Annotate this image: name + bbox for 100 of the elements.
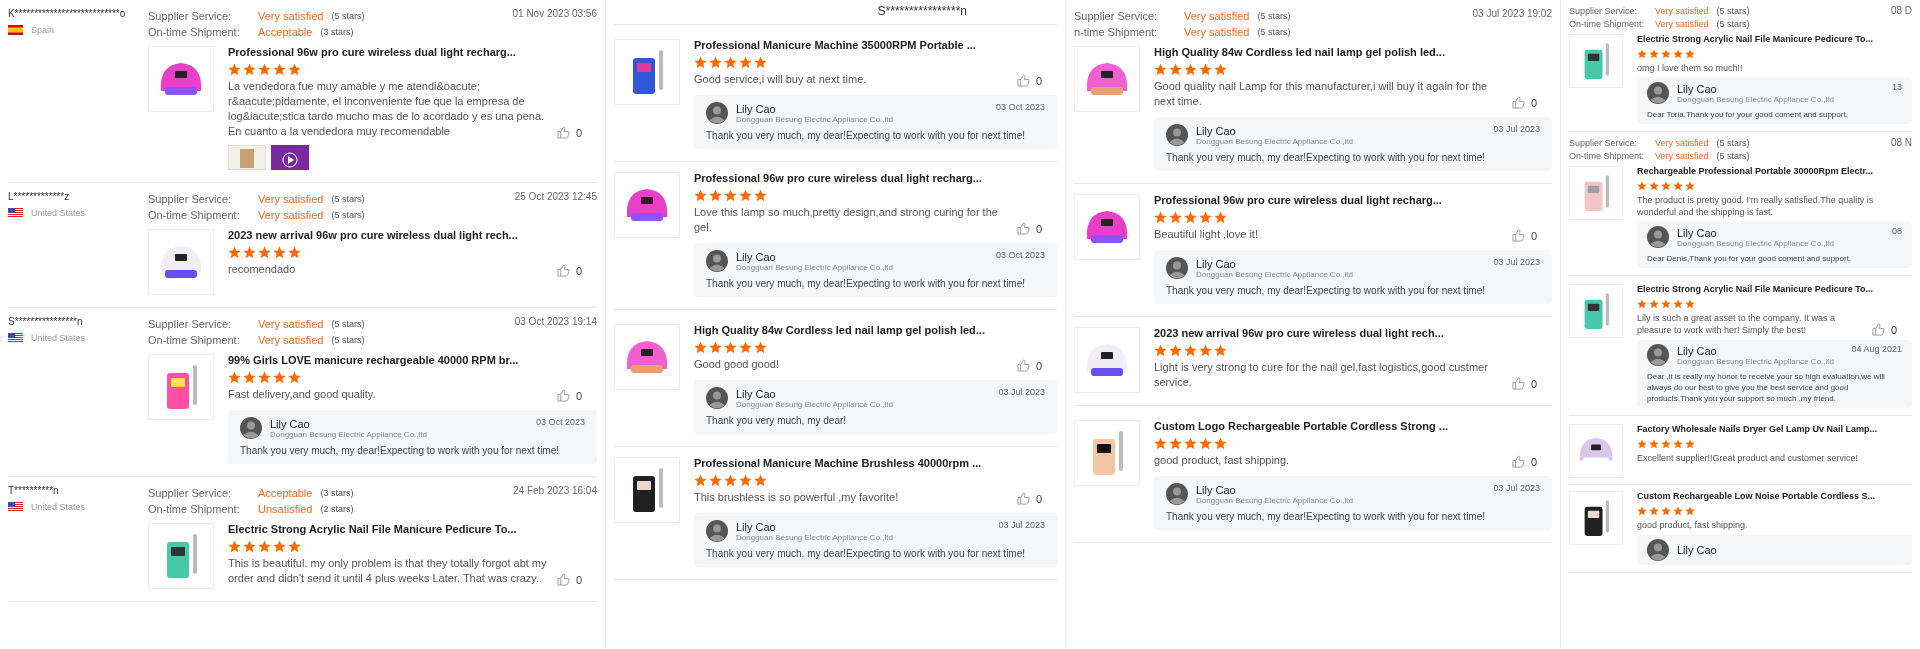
seller-company: Dongguan Besung Electric Appliance Co.,ltd [270,429,428,439]
thumbs-up-icon[interactable] [1017,359,1030,372]
rating-label: Supplier Service: [148,317,233,332]
product-title[interactable]: High Quality 84w Cordless led nail lamp gel polish led... [694,324,1007,336]
buyer-name: S****************n [877,4,967,18]
review-date: 08 D [1890,5,1912,18]
rating-stars: (5 stars) [1716,5,1750,18]
thumbs-up-icon[interactable] [1017,222,1030,235]
star-icon [1169,344,1182,357]
review-date: 03 Oct 2023 19:14 [514,316,597,329]
seller-name: Lily Cao [1677,544,1718,556]
star-icon [1637,181,1647,191]
rating-value: Very satisfied [1184,25,1250,40]
star-icon [739,341,752,354]
product-title[interactable]: 2023 new arrival 96w pro cure wireless dual light rech... [1154,327,1502,339]
thumbs-up-icon[interactable] [1512,96,1525,109]
star-icon [1673,506,1683,516]
star-icon [1661,439,1671,449]
reply-date: 03 Oct 2023 [995,102,1045,112]
reply-text: Thank you very much, my dear! [706,414,848,427]
product-photo [1569,284,1623,338]
star-icon [243,540,256,553]
thumbs-up-icon[interactable] [1512,455,1525,468]
rating-value: Very satisfied [1184,9,1250,24]
thumbs-up-icon[interactable] [1017,492,1030,505]
product-title[interactable]: Professional Manicure Machine 35000RPM Portable ... [694,39,1007,51]
rating-value: Very satisfied [258,317,324,332]
rating-label: Supplier Service: [1569,5,1639,18]
seller-company: Dongguan Besung Electric Appliance Co.,ltd [736,399,894,409]
product-title[interactable]: Rechargeable Professional Portable 30000Rpm Electr... [1637,166,1874,176]
star-icon [1649,49,1659,59]
rating-value: Very satisfied [1655,5,1709,18]
star-icon [724,189,737,202]
review-date: 25 Oct 2023 12:45 [514,191,597,204]
star-icon [1199,63,1212,76]
product-title[interactable]: Electric Strong Acrylic Nail File Manicure Pedicure To... [1637,34,1874,44]
star-icon [1184,437,1197,450]
reply-date: 08 [1892,226,1902,236]
like-count: 0 [1036,222,1043,235]
star-icon [694,56,707,69]
product-photo [148,354,214,420]
star-icon [709,56,722,69]
product-title[interactable]: Professional 96w pro cure wireless dual light recharg... [694,172,1007,184]
product-title[interactable]: Electric Strong Acrylic Nail File Manicure Pedicure To... [228,523,547,535]
reply-date: 03 Jul 2023 [1493,124,1540,134]
thumbs-up-icon[interactable] [557,264,570,277]
product-photo [1074,46,1140,112]
product-title[interactable]: Professional Manicure Machine Brushless 40000rpm ... [694,457,1007,469]
product-title[interactable]: Custom Rechargeable Low Noise Portable Cordless S... [1637,491,1876,501]
product-title[interactable]: Electric Strong Acrylic Nail File Manicure Pedicure To... [1637,284,1874,294]
product-title[interactable]: Custom Logo Rechargeable Portable Cordless Strong ... [1154,420,1502,432]
product-title[interactable]: Factory Wholesale Nails Dryer Gel Lamp Uv Nail Lamp... [1637,424,1878,434]
rating-value: Very satisfied [258,9,324,24]
product-title[interactable]: 99% Girls LOVE manicure rechargeable 40000 RPM br... [228,354,547,366]
thumbs-up-icon[interactable] [557,126,570,139]
thumbs-up-icon[interactable] [1872,323,1885,336]
review-comment: Good quality nail Lamp for this manufacturer,i will buy it again for the next time. [1154,79,1489,109]
thumbs-up-icon[interactable] [1017,74,1030,87]
star-icon [694,341,707,354]
photo-thumbnail[interactable] [228,145,266,170]
review-comment: Beautiful light ,love it! [1154,227,1259,242]
rating-value: Unsatisfied [258,502,313,517]
thumbs-up-icon[interactable] [557,389,570,402]
usa-flag-icon [8,333,23,343]
seller-name: Lily Cao [736,387,777,400]
product-title[interactable]: Professional 96w pro cure wireless dual light recharg... [228,46,547,58]
reply-date: 13 [1892,82,1902,92]
product-title[interactable]: Professional 96w pro cure wireless dual light recharg... [1154,194,1502,206]
rating-label: Supplier Service: [1569,137,1639,150]
avatar-icon [1166,257,1188,279]
rating-label: Supplier Service: [148,9,233,24]
avatar-icon [1647,82,1669,104]
star-icon [1184,63,1197,76]
star-icon [288,540,301,553]
star-icon [1184,344,1197,357]
star-icon [724,56,737,69]
rating-value: Very satisfied [258,192,324,207]
product-title[interactable]: High Quality 84w Cordless led nail lamp gel polish led... [1154,46,1502,58]
star-icon [1685,439,1695,449]
review-comment: good product, fast shipping. [1637,519,1749,531]
rating-label: On-time Shipment: [148,208,241,223]
review-date: 03 Jul 2023 19:02 [1472,8,1552,21]
like-count: 0 [576,389,583,402]
avatar-icon [240,417,262,439]
review-comment: This brushless is so powerful ,my favorite! [694,490,900,505]
product-photo [1569,34,1623,88]
star-icon [243,371,256,384]
thumbs-up-icon[interactable] [1512,377,1525,390]
star-icon [258,540,271,553]
seller-name: Lily Cao [736,520,777,533]
rating-stars: (5 stars) [331,209,365,222]
star-icon [1154,63,1167,76]
star-icon [1661,181,1671,191]
product-title[interactable]: 2023 new arrival 96w pro cure wireless dual light rech... [228,229,547,241]
rating-label: On-time Shipment: [148,502,241,517]
video-thumbnail[interactable] [271,145,309,170]
thumbs-up-icon[interactable] [1512,229,1525,242]
seller-company: Dongguan Besung Electric Appliance Co.,ltd [736,532,894,542]
star-icon [1214,63,1227,76]
thumbs-up-icon[interactable] [557,573,570,586]
